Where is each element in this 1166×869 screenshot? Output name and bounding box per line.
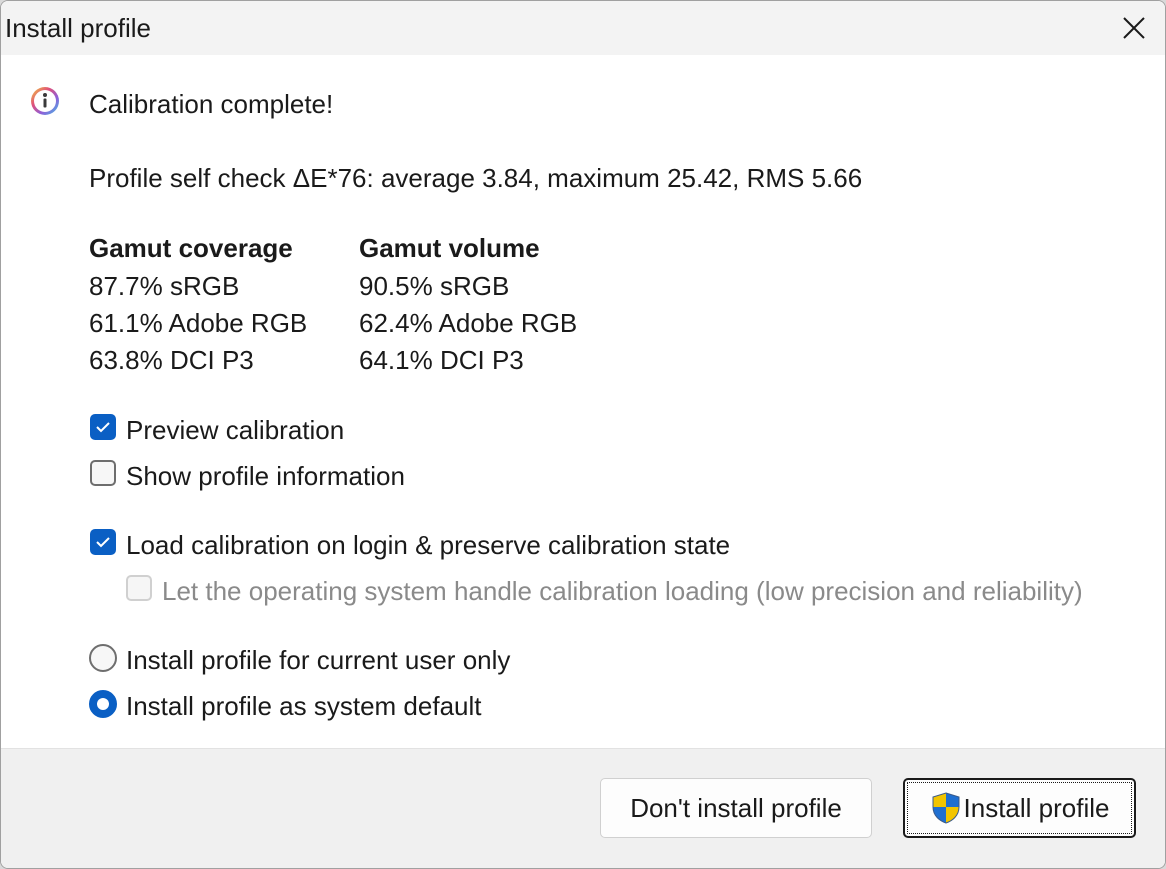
gamut-volume-adobe-rgb: 62.4% Adobe RGB <box>359 308 578 338</box>
close-icon <box>1123 17 1145 39</box>
headline-text: Calibration complete! <box>89 89 334 119</box>
install-current-user-label[interactable]: Install profile for current user only <box>126 645 510 676</box>
load-calibration-checkbox[interactable] <box>90 529 116 555</box>
dialog-footer: Don't install profile Install profile <box>1 748 1165 868</box>
gamut-coverage-dci-p3: 63.8% DCI P3 <box>89 345 254 375</box>
dont-install-profile-label: Don't install profile <box>630 792 842 823</box>
gamut-volume-srgb: 90.5% sRGB <box>359 271 510 301</box>
install-system-default-radio[interactable] <box>89 690 117 718</box>
window-title: Install profile <box>5 13 151 43</box>
gamut-volume-header: Gamut volume <box>359 233 540 263</box>
install-profile-label: Install profile <box>963 792 1110 823</box>
self-check-text: Profile self check ΔE*76: average 3.84, … <box>89 163 863 193</box>
gamut-coverage-adobe-rgb: 61.1% Adobe RGB <box>89 308 308 338</box>
install-profile-button[interactable]: Install profile <box>903 778 1136 838</box>
dialog-content: Calibration complete! Profile self check… <box>1 55 1165 748</box>
install-profile-dialog: Install profile Calibration complete! Pr… <box>0 0 1166 869</box>
os-calibration-loading-checkbox <box>126 575 152 601</box>
install-current-user-radio[interactable] <box>89 644 117 672</box>
preview-calibration-label[interactable]: Preview calibration <box>126 415 344 446</box>
gamut-coverage-srgb: 87.7% sRGB <box>89 271 240 301</box>
show-profile-info-checkbox[interactable] <box>90 460 116 486</box>
gamut-volume-dci-p3: 64.1% DCI P3 <box>359 345 524 375</box>
install-system-default-label[interactable]: Install profile as system default <box>126 691 482 722</box>
info-icon <box>31 87 59 115</box>
dont-install-profile-button[interactable]: Don't install profile <box>600 778 872 838</box>
title-bar: Install profile <box>1 1 1165 55</box>
close-button[interactable] <box>1117 11 1151 45</box>
load-calibration-label[interactable]: Load calibration on login & preserve cal… <box>126 530 730 561</box>
gamut-coverage-header: Gamut coverage <box>89 233 293 263</box>
checkmark-icon <box>96 422 110 433</box>
checkmark-icon <box>96 537 110 548</box>
os-calibration-loading-label: Let the operating system handle calibrat… <box>162 576 1083 606</box>
uac-shield-icon <box>932 792 960 824</box>
preview-calibration-checkbox[interactable] <box>90 414 116 440</box>
show-profile-info-label[interactable]: Show profile information <box>126 461 405 492</box>
